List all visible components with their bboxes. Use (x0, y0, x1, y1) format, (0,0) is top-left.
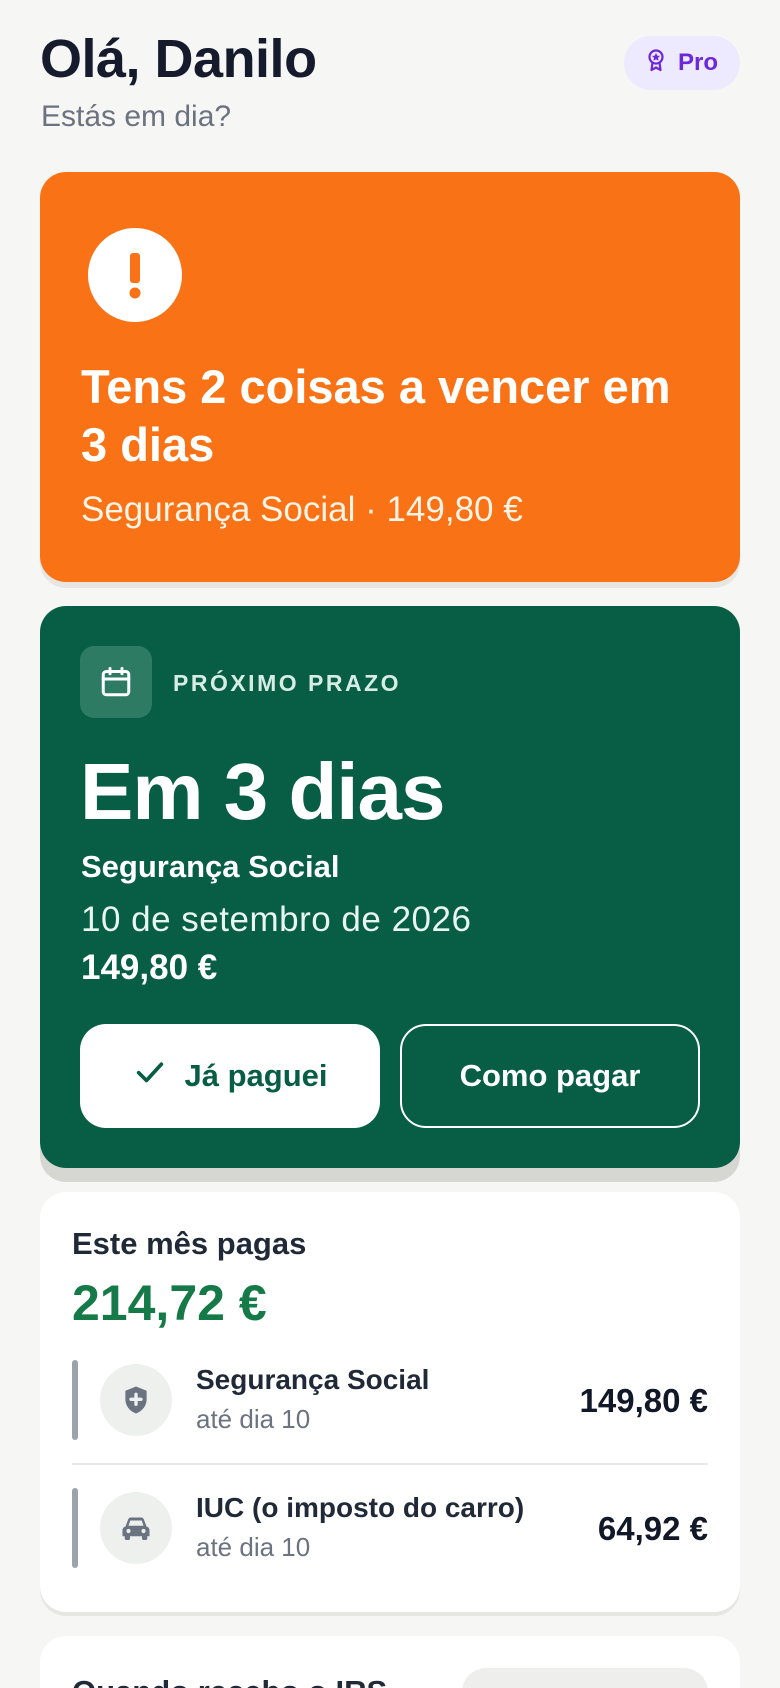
row-indicator (72, 1488, 78, 1568)
greeting-subtitle: Estás em dia? (41, 100, 232, 133)
next-deadline-card: PRÓXIMO PRAZO Em 3 dias Segurança Social… (40, 606, 740, 1168)
car-icon (100, 1492, 172, 1564)
item-name: Segurança Social (196, 1364, 430, 1395)
due-alert-card[interactable]: Tens 2 coisas a vencer em 3 dias Seguran… (40, 172, 740, 582)
item-due: até dia 10 (196, 1404, 311, 1434)
deadline-name: Segurança Social (81, 849, 340, 884)
irs-card-pill[interactable] (462, 1668, 708, 1688)
pro-badge-label: Pro (677, 49, 718, 76)
calendar-icon (80, 646, 152, 718)
exclamation-icon (88, 228, 182, 322)
alert-subtitle: Segurança Social · 149,80 € (81, 490, 523, 529)
item-due: até dia 10 (196, 1532, 311, 1562)
next-deadline-label: PRÓXIMO PRAZO (173, 670, 402, 696)
item-name: IUC (o imposto do carro) (196, 1492, 525, 1523)
month-label: Este mês pagas (72, 1226, 307, 1261)
award-icon (644, 48, 668, 79)
alert-title: Tens 2 coisas a vencer em 3 dias (81, 360, 671, 471)
days-remaining: Em 3 dias (80, 747, 446, 836)
how-to-pay-button[interactable]: Como pagar (400, 1024, 700, 1128)
list-item[interactable]: Segurança Social até dia 10 149,80 € (72, 1358, 708, 1442)
already-paid-button[interactable]: Já paguei (80, 1024, 380, 1128)
deadline-date: 10 de setembro de 2026 (81, 900, 472, 939)
list-item[interactable]: IUC (o imposto do carro) até dia 10 64,9… (72, 1486, 708, 1570)
item-amount: 149,80 € (579, 1382, 708, 1419)
check-icon (133, 1055, 167, 1097)
shield-icon (100, 1364, 172, 1436)
month-summary-card: Este mês pagas 214,72 € Segurança Social… (40, 1192, 740, 1612)
divider (72, 1463, 708, 1465)
how-to-pay-label: Como pagar (459, 1058, 641, 1093)
item-amount: 64,92 € (597, 1510, 708, 1547)
irs-refund-card[interactable]: Quando recebo o IRS (40, 1636, 740, 1688)
home-screen: Olá, Danilo Estás em dia? Pro Tens 2 coi… (0, 0, 780, 1688)
month-total: 214,72 € (72, 1275, 267, 1331)
already-paid-label: Já paguei (184, 1058, 328, 1093)
deadline-amount: 149,80 € (81, 948, 218, 987)
greeting-title: Olá, Danilo (40, 29, 317, 89)
irs-card-title: Quando recebo o IRS (72, 1674, 387, 1688)
row-indicator (72, 1360, 78, 1440)
pro-badge[interactable]: Pro (623, 36, 740, 90)
